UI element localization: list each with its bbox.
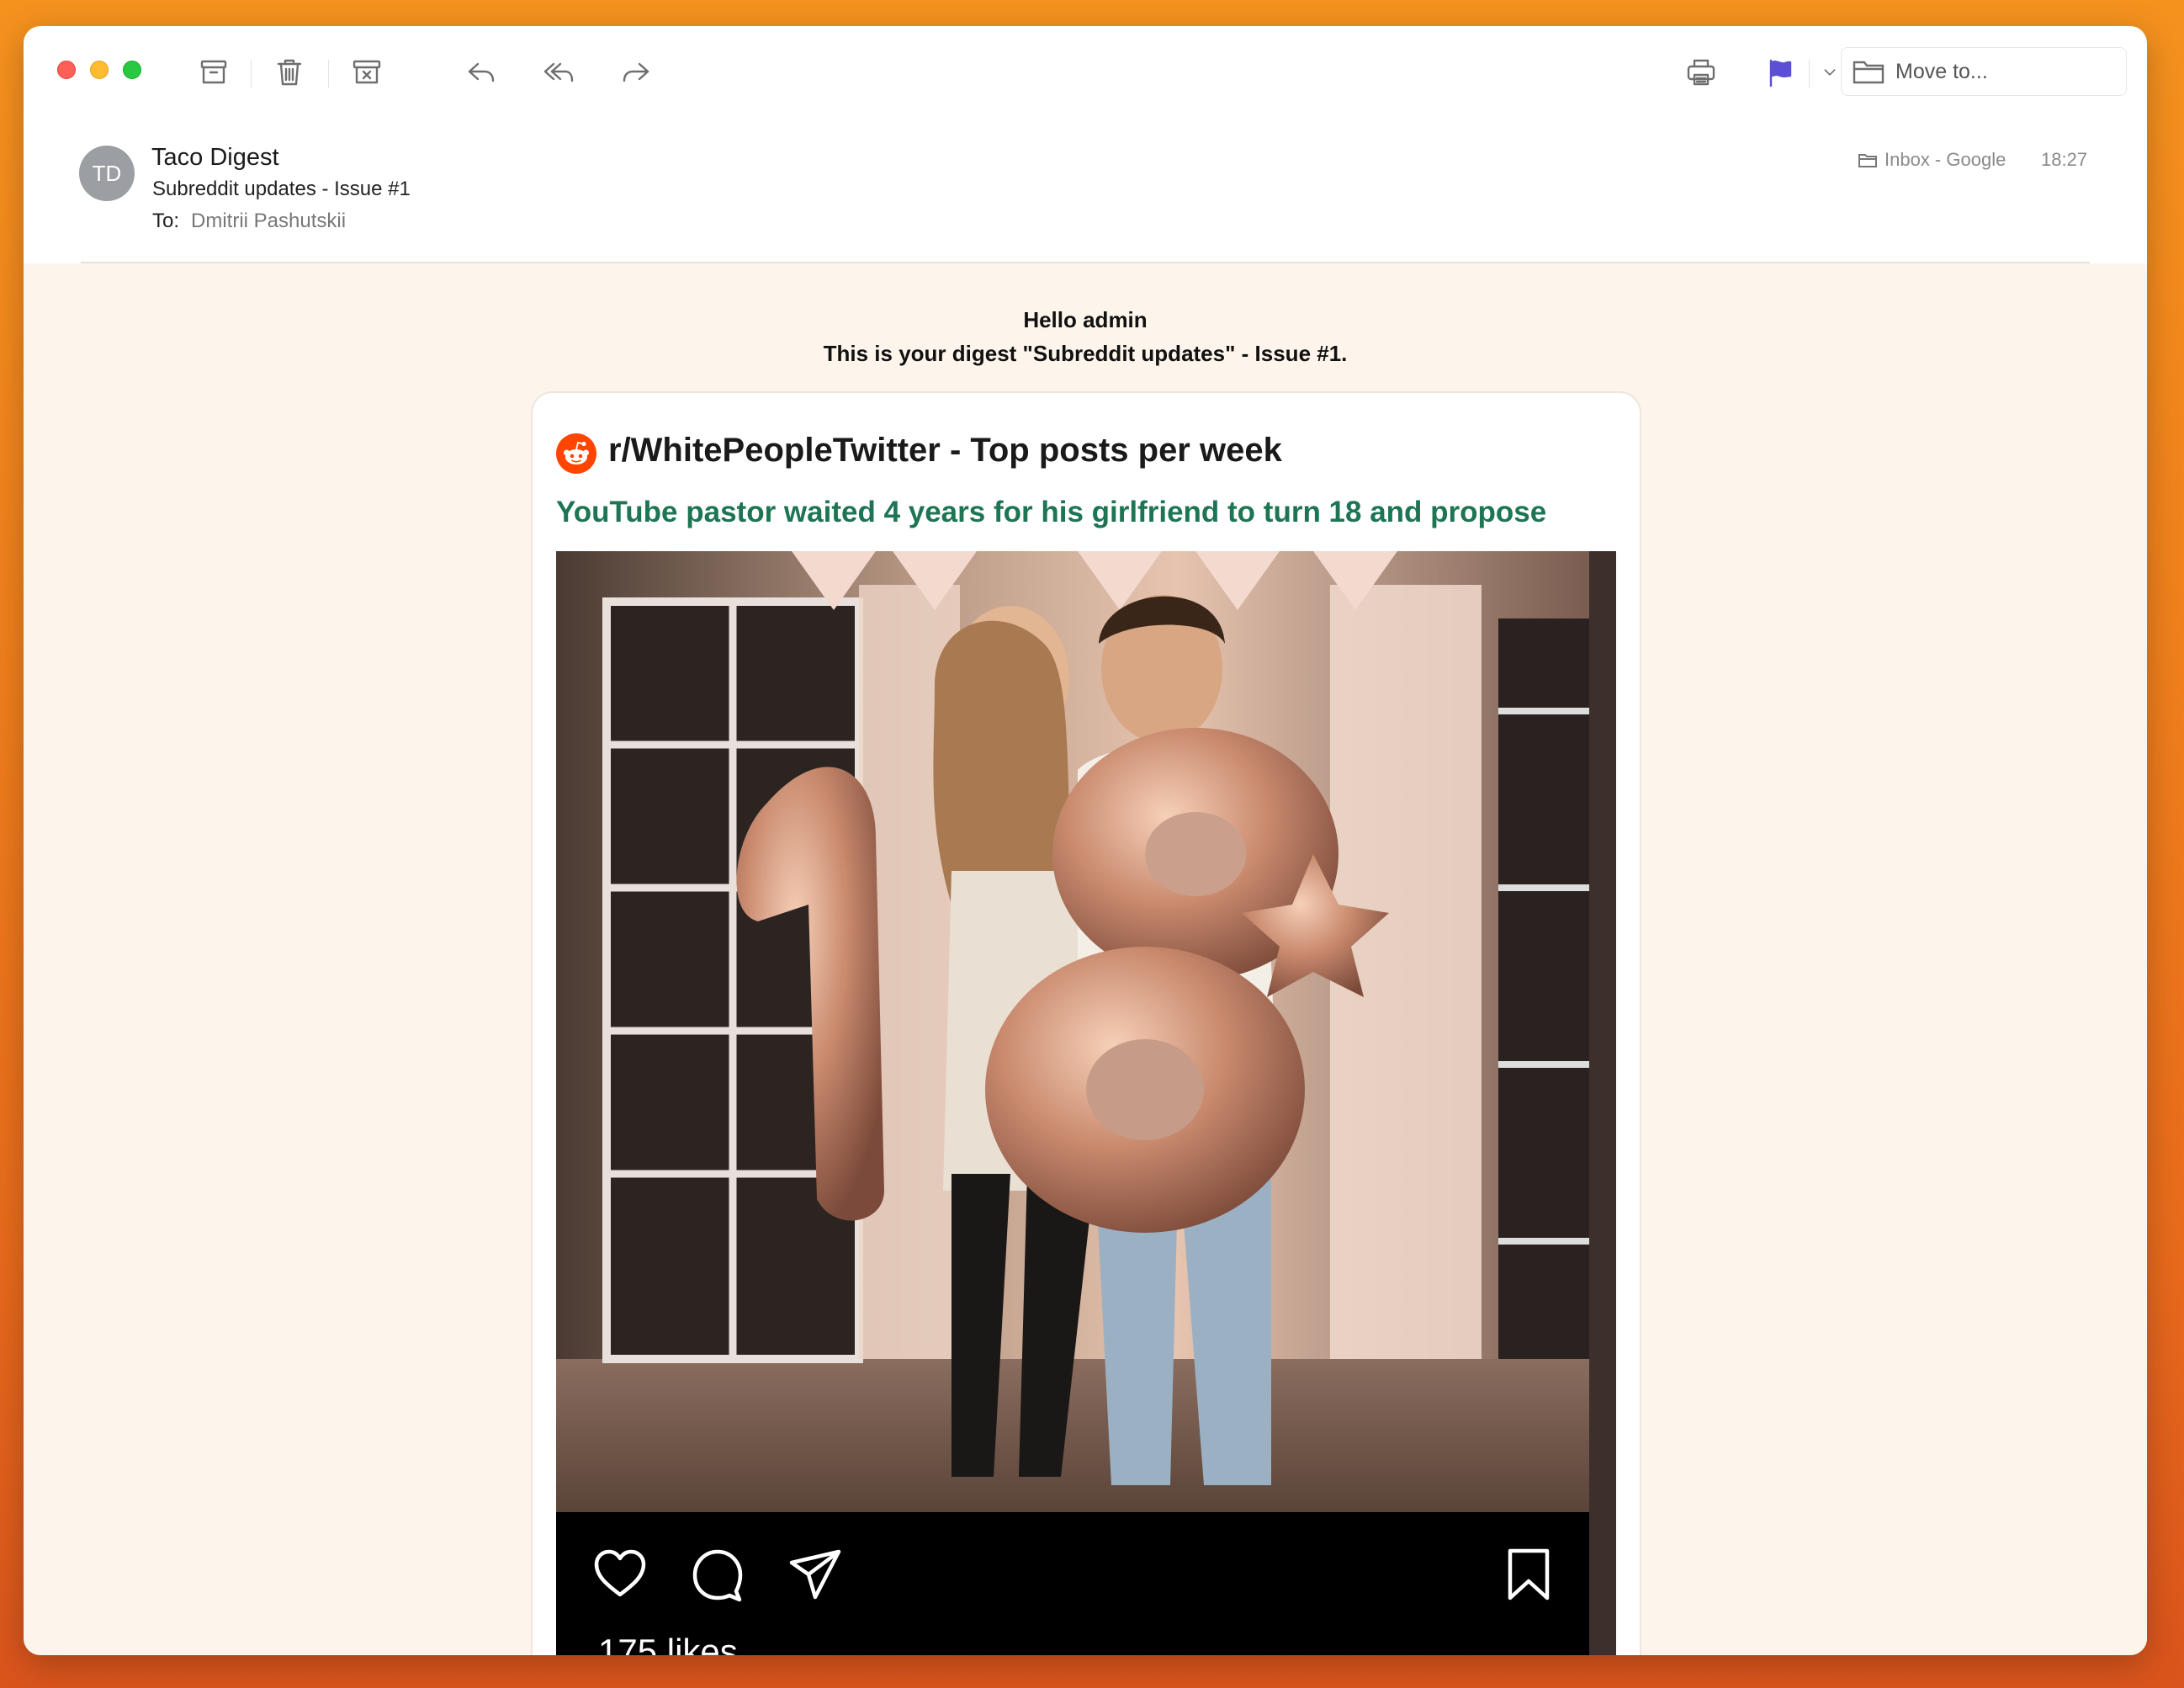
archive-icon (200, 60, 227, 84)
message-time: 18:27 (2041, 149, 2088, 170)
post-image[interactable]: 175 likes (556, 551, 1616, 1655)
junk-button[interactable] (343, 51, 390, 93)
reply-all-button[interactable] (535, 51, 582, 93)
heart-icon (590, 1544, 650, 1605)
archive-button[interactable] (190, 51, 237, 93)
greeting: Hello admin (1023, 307, 1148, 332)
reply-all-icon (543, 62, 574, 82)
post-title-link[interactable]: YouTube pastor waited 4 years for his gi… (556, 496, 1546, 529)
message-subject: Subreddit updates - Issue #1 (152, 178, 411, 200)
move-to-label: Move to... (1895, 59, 1988, 83)
digest-line: This is your digest "Subreddit updates" … (823, 341, 1348, 366)
sender-name[interactable]: Taco Digest (151, 144, 279, 172)
recipient-name[interactable]: Dmitrii Pashutskii (191, 210, 346, 232)
recipient-line: To: Dmitrii Pashutskii (152, 210, 346, 233)
forward-button[interactable] (612, 51, 660, 93)
likes-count: 175 likes (598, 1632, 738, 1655)
share-icon (785, 1544, 846, 1605)
subreddit-title: r/WhitePeopleTwitter - Top posts per wee… (608, 432, 1282, 469)
folder-icon (1858, 154, 1877, 167)
mailbox-location[interactable]: Inbox - Google (1858, 149, 2006, 171)
print-button[interactable] (1678, 51, 1725, 93)
image-edge (1589, 551, 1616, 1655)
minimize-window-button[interactable] (90, 61, 109, 79)
post-photo (556, 551, 1589, 1512)
trash-icon (277, 59, 302, 86)
move-to-button[interactable]: Move to... (1841, 47, 2127, 96)
flag-icon (1769, 59, 1792, 88)
close-window-button[interactable] (57, 61, 76, 79)
reply-button[interactable] (458, 51, 505, 93)
junk-icon (353, 60, 381, 84)
folder-icon (1853, 61, 1884, 84)
delete-button[interactable] (266, 51, 313, 93)
chevron-down-icon (1824, 69, 1836, 76)
bookmark-icon (1498, 1544, 1559, 1605)
toolbar: Move to... (24, 26, 2147, 119)
reddit-icon (556, 433, 596, 474)
print-icon (1687, 59, 1715, 86)
instagram-action-bar: 175 likes (556, 1512, 1589, 1655)
forward-icon (623, 62, 649, 82)
flag-button[interactable] (1757, 51, 1804, 93)
reply-icon (468, 62, 495, 82)
mailbox-label: Inbox - Google (1884, 149, 2006, 170)
post-card: r/WhitePeopleTwitter - Top posts per wee… (531, 391, 1641, 1655)
comment-icon (687, 1544, 748, 1605)
mail-window: Move to... TD Taco Digest Subreddit upda… (24, 26, 2147, 1655)
to-label: To: (152, 210, 180, 232)
zoom-window-button[interactable] (123, 61, 141, 79)
sender-avatar: TD (79, 146, 135, 201)
message-body: Hello admin This is your digest "Subredd… (24, 263, 2147, 1655)
